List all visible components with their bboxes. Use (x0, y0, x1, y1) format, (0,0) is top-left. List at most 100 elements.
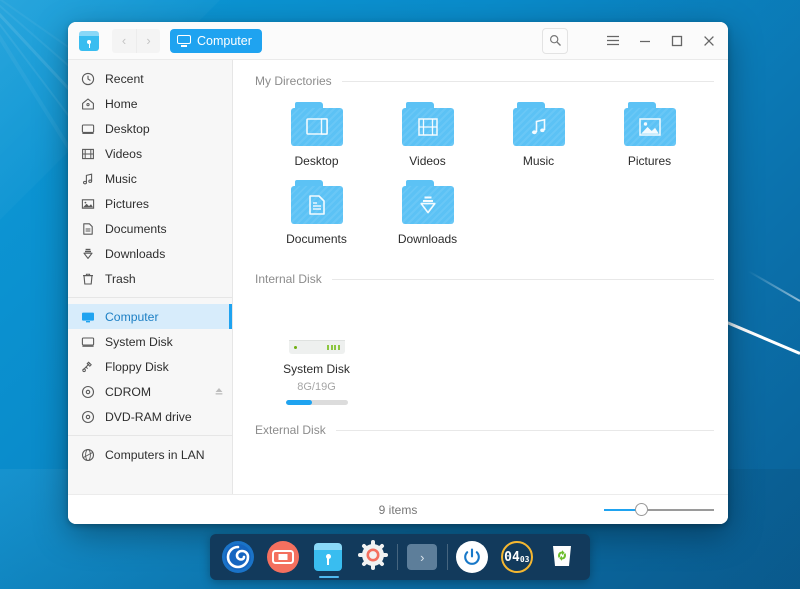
clock-minutes: 03 (520, 556, 530, 564)
desktop-folder-icon (291, 102, 343, 146)
sidebar-divider (68, 297, 232, 298)
monitor-icon (177, 35, 191, 47)
sidebar-item-label: Pictures (105, 197, 149, 211)
dock-item-file-manager[interactable] (306, 534, 351, 580)
sidebar-item-label: Floppy Disk (105, 360, 169, 374)
section-rule (332, 279, 714, 280)
sidebar-item-cdrom[interactable]: CDROM (68, 379, 232, 404)
section-header-external-disk: External Disk (247, 417, 714, 437)
folder-label: Downloads (398, 232, 457, 246)
menu-icon[interactable] (598, 28, 628, 54)
search-icon[interactable] (542, 28, 568, 54)
sidebar-item-floppy-disk[interactable]: Floppy Disk (68, 354, 232, 379)
forward-button[interactable]: › (136, 29, 160, 53)
clock-icon: 04 03 (501, 541, 533, 573)
clock-hours: 04 (504, 551, 520, 564)
sidebar-item-documents[interactable]: Documents (68, 216, 232, 241)
sidebar-item-label: Documents (105, 222, 167, 236)
dock-item-settings[interactable] (350, 534, 395, 580)
power-icon (456, 541, 488, 573)
folder-label: Desktop (294, 154, 338, 168)
folder-item-pictures[interactable]: Pictures (594, 102, 705, 168)
titlebar: ‹ › Computer (68, 22, 728, 60)
dock-divider (397, 544, 398, 570)
slider-knob[interactable] (635, 503, 648, 516)
disk-label: System Disk (283, 362, 350, 376)
sidebar-item-recent[interactable]: Recent (68, 66, 232, 91)
file-manager-window: ‹ › Computer (68, 22, 728, 524)
back-button[interactable]: ‹ (112, 29, 136, 53)
sidebar-item-computers-in-lan[interactable]: Computers in LAN (68, 442, 232, 467)
dock-item-clock[interactable]: 04 03 (494, 534, 539, 580)
section-title: Internal Disk (255, 272, 322, 286)
folder-item-music[interactable]: Music (483, 102, 594, 168)
sidebar-item-label: CDROM (105, 385, 151, 399)
section-header-internal-disk: Internal Disk (247, 258, 714, 286)
downloads-folder-icon (402, 180, 454, 224)
videos-folder-icon (402, 102, 454, 146)
folder-label: Documents (286, 232, 347, 246)
dock-item-media-player[interactable] (261, 534, 306, 580)
sidebar-item-music[interactable]: Music (68, 166, 232, 191)
sidebar-item-pictures[interactable]: Pictures (68, 191, 232, 216)
close-icon[interactable] (694, 28, 724, 54)
section-rule (342, 81, 714, 82)
section-rule (336, 430, 714, 431)
sidebar-item-dvd-ram-drive[interactable]: DVD-RAM drive (68, 404, 232, 429)
zoom-slider[interactable] (604, 503, 714, 517)
folder-item-videos[interactable]: Videos (372, 102, 483, 168)
sidebar-item-desktop[interactable]: Desktop (68, 116, 232, 141)
folder-label: Pictures (628, 154, 671, 168)
folder-item-desktop[interactable]: Desktop (261, 102, 372, 168)
sidebar-item-trash[interactable]: Trash (68, 266, 232, 291)
maximize-icon[interactable] (662, 28, 692, 54)
hard-drive-icon (289, 300, 345, 354)
sidebar-item-label: DVD-RAM drive (105, 410, 192, 424)
content-area: My Directories Desktop (233, 60, 728, 494)
pictures-folder-icon (624, 102, 676, 146)
trash-icon (80, 272, 96, 286)
file-manager-dock-icon (313, 542, 343, 572)
gear-icon (358, 540, 388, 575)
media-player-icon (267, 541, 299, 573)
download-icon (80, 247, 96, 261)
disk-icon (80, 335, 96, 349)
breadcrumb-computer[interactable]: Computer (170, 29, 262, 53)
video-icon (80, 147, 96, 161)
navigation-buttons: ‹ › (112, 29, 160, 53)
sidebar-item-label: Computer (105, 310, 159, 324)
dock-item-launcher[interactable] (216, 534, 261, 580)
network-icon (80, 448, 96, 462)
dock: › 04 03 (210, 534, 590, 580)
section-title: My Directories (255, 74, 332, 88)
music-icon (80, 172, 96, 186)
launcher-icon (222, 541, 254, 573)
disc-icon (80, 385, 96, 399)
dock-item-trash[interactable] (539, 534, 584, 580)
section-title: External Disk (255, 423, 326, 437)
sidebar-item-system-disk[interactable]: System Disk (68, 329, 232, 354)
sidebar-item-home[interactable]: Home (68, 91, 232, 116)
disk-item-system-disk[interactable]: System Disk 8G/19G (261, 300, 372, 405)
sidebar-item-downloads[interactable]: Downloads (68, 241, 232, 266)
sidebar-item-label: Home (105, 97, 138, 111)
sidebar: Recent Home Desktop Videos (68, 60, 233, 494)
dock-item-expander[interactable]: › (400, 534, 445, 580)
folder-item-documents[interactable]: Documents (261, 180, 372, 246)
folder-label: Videos (409, 154, 445, 168)
sidebar-item-computer[interactable]: Computer (68, 304, 232, 329)
sidebar-item-label: Trash (105, 272, 136, 286)
sidebar-item-label: Music (105, 172, 137, 186)
disc-icon (80, 410, 96, 424)
trash-icon (548, 541, 576, 574)
folder-label: Music (523, 154, 554, 168)
minimize-icon[interactable] (630, 28, 660, 54)
folder-item-downloads[interactable]: Downloads (372, 180, 483, 246)
floppy-icon (80, 360, 96, 374)
eject-icon[interactable] (214, 386, 224, 398)
dock-item-power[interactable] (450, 534, 495, 580)
sidebar-item-label: Computers in LAN (105, 448, 205, 462)
disk-grid: System Disk 8G/19G (247, 286, 714, 417)
sidebar-item-videos[interactable]: Videos (68, 141, 232, 166)
statusbar: 9 items (68, 494, 728, 524)
